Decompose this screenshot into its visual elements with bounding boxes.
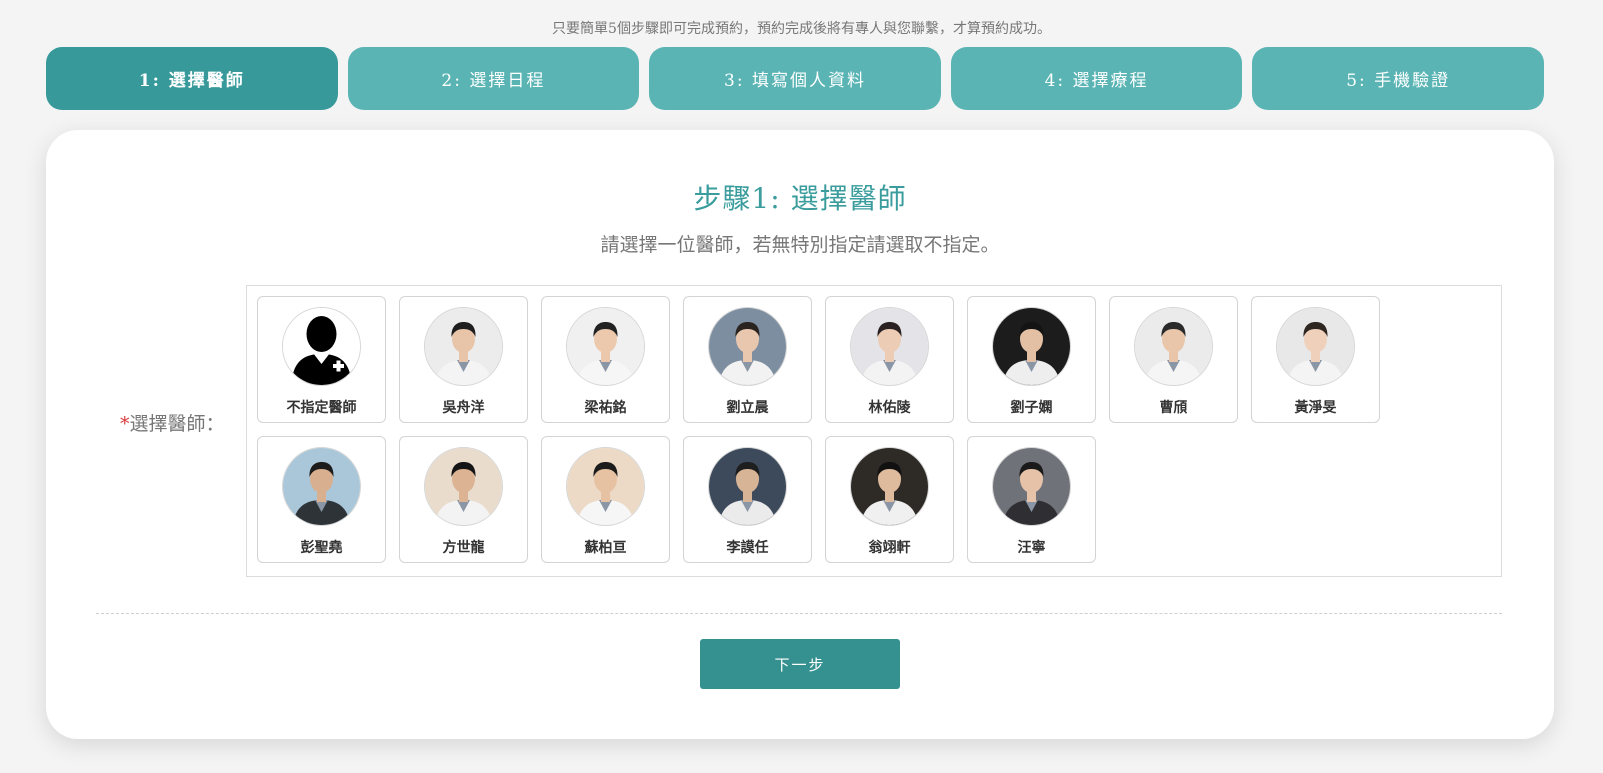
doctor-avatar: [424, 307, 503, 386]
doctor-option[interactable]: 彭聖堯: [257, 436, 386, 563]
doctor-avatar: [708, 307, 787, 386]
doctor-avatar: [1134, 307, 1213, 386]
doctor-option[interactable]: 黃淨旻: [1251, 296, 1380, 423]
doctor-option[interactable]: 林佑陵: [825, 296, 954, 423]
doctor-name: 方世龍: [442, 540, 485, 556]
doctor-avatar: [992, 307, 1071, 386]
doctor-option[interactable]: 方世龍: [399, 436, 528, 563]
doctor-avatar: [1276, 307, 1355, 386]
doctor-name: 黃淨旻: [1294, 400, 1337, 416]
step-title: 步驟1: 選擇醫師: [693, 182, 907, 215]
divider: [96, 613, 1502, 614]
step-tabs: 1: 選擇醫師 2: 選擇日程 3: 填寫個人資料 4: 選擇療程 5: 手機驗…: [46, 47, 1544, 110]
doctor-name: 蘇柏亘: [584, 540, 627, 556]
doctor-avatar: [282, 447, 361, 526]
intro-text: 只要簡單5個步驟即可完成預約，預約完成後將有專人與您聯繫，才算預約成功。: [552, 21, 1051, 37]
required-mark: *: [120, 413, 130, 435]
doctor-field-label-text: 選擇醫師：: [129, 413, 225, 435]
doctor-avatar: [566, 307, 645, 386]
step-tab-2[interactable]: 2: 選擇日程: [347, 47, 640, 110]
doctor-name: 曹頎: [1159, 400, 1188, 416]
next-step-button[interactable]: 下一步: [700, 639, 900, 689]
doctor-option[interactable]: 翁翊軒: [825, 436, 954, 563]
doctor-option[interactable]: 汪寧: [967, 436, 1096, 563]
doctor-avatar: [708, 447, 787, 526]
doctor-option[interactable]: 蘇柏亘: [541, 436, 670, 563]
doctor-option[interactable]: 曹頎: [1109, 296, 1238, 423]
doctor-name: 劉立晨: [726, 400, 769, 416]
doctor-option[interactable]: 梁祐銘: [541, 296, 670, 423]
doctor-name: 翁翊軒: [868, 540, 911, 556]
doctor-option[interactable]: 不指定醫師: [257, 296, 386, 423]
doctor-avatar: [850, 307, 929, 386]
step-tab-1[interactable]: 1: 選擇醫師: [46, 47, 338, 110]
booking-card: 步驟1: 選擇醫師 請選擇一位醫師，若無特別指定請選取不指定。 *選擇醫師： 不…: [46, 130, 1554, 739]
doctor-option[interactable]: 李謨任: [683, 436, 812, 563]
doctor-name: 李謨任: [726, 540, 769, 556]
doctor-field-label: *選擇醫師：: [120, 409, 225, 436]
step-tab-3[interactable]: 3: 填寫個人資料: [649, 47, 941, 110]
doctor-name: 汪寧: [1017, 540, 1046, 556]
step-instructions: 請選擇一位醫師，若無特別指定請選取不指定。: [600, 234, 1000, 256]
doctor-name: 劉子嫻: [1010, 400, 1053, 416]
doctor-name: 林佑陵: [868, 400, 911, 416]
doctor-avatar: [850, 447, 929, 526]
step-tab-5[interactable]: 5: 手機驗證: [1252, 47, 1544, 110]
doctor-name: 不指定醫師: [286, 400, 357, 416]
doctor-name: 彭聖堯: [300, 540, 343, 556]
doctor-avatar: [424, 447, 503, 526]
doctor-name: 梁祐銘: [584, 400, 627, 416]
doctor-placeholder-icon: [282, 307, 361, 386]
doctor-avatar: [992, 447, 1071, 526]
step-tab-4[interactable]: 4: 選擇療程: [950, 47, 1243, 110]
doctor-name: 吳舟洋: [442, 400, 485, 416]
doctor-option[interactable]: 吳舟洋: [399, 296, 528, 423]
doctor-option[interactable]: 劉立晨: [683, 296, 812, 423]
doctor-avatar: [566, 447, 645, 526]
doctor-option[interactable]: 劉子嫻: [967, 296, 1096, 423]
doctor-options: 不指定醫師 吳舟洋 梁祐銘 劉立晨 林佑陵 劉子嫻 曹頎 黃淨旻彭聖堯 方世龍 蘇柏亘 李謨任 翁翊軒…: [246, 285, 1502, 577]
